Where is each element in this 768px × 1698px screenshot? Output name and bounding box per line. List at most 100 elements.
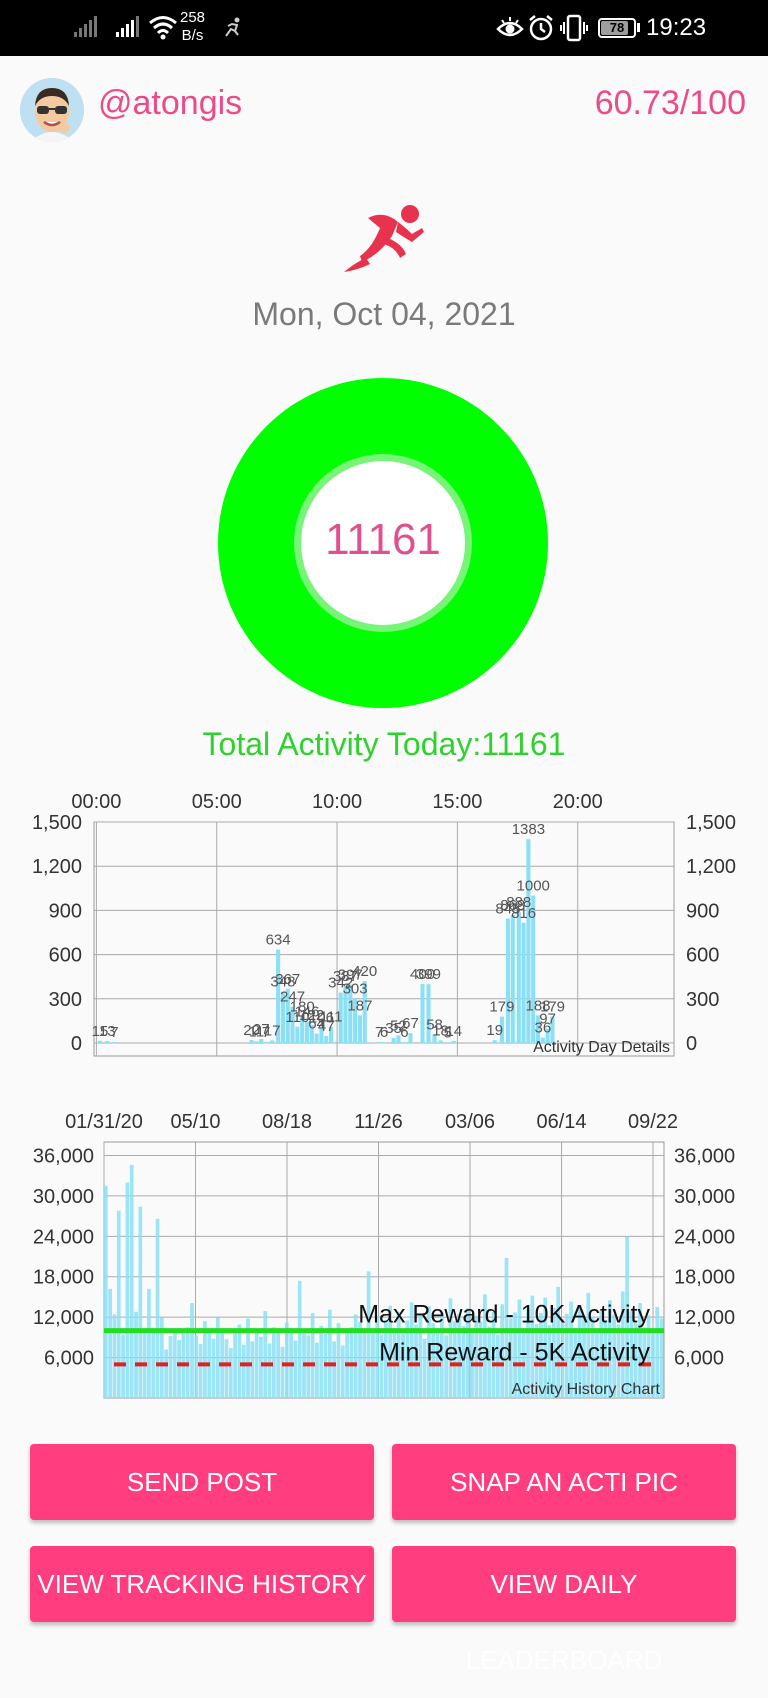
bar <box>297 1280 302 1398</box>
x-tick-label: 09/22 <box>628 1111 678 1133</box>
bar <box>362 1331 367 1398</box>
alarm-icon <box>529 15 553 41</box>
total-activity-label: Total Activity Today:11161 <box>202 726 566 762</box>
x-tick-label: 06/14 <box>536 1111 586 1133</box>
bar <box>340 1345 345 1398</box>
bar <box>190 1303 194 1398</box>
bar <box>505 918 510 1043</box>
username[interactable]: @atongis <box>98 84 242 123</box>
bar <box>112 1314 117 1398</box>
data-label: 187 <box>347 997 372 1014</box>
x-tick-label: 11/26 <box>354 1111 403 1133</box>
bar <box>164 1349 169 1398</box>
bar <box>408 1033 413 1043</box>
view-tracking-history-button[interactable]: VIEW TRACKING HISTORY <box>30 1546 374 1622</box>
bar <box>270 1040 275 1043</box>
battery-nub <box>637 23 640 32</box>
bar <box>357 1015 362 1043</box>
x-tick-label: 05/10 <box>170 1111 220 1133</box>
y-tick-label: 30,000 <box>33 1186 94 1208</box>
y-tick-label-right: 36,000 <box>674 1145 735 1167</box>
bar <box>224 1339 229 1398</box>
bar <box>112 1041 117 1044</box>
bar <box>295 1026 300 1043</box>
bar <box>211 1338 216 1398</box>
bar <box>254 1041 259 1043</box>
bar <box>259 1336 263 1398</box>
bar <box>263 1311 268 1398</box>
x-tick-label: 20:00 <box>553 791 603 813</box>
bar <box>125 1182 130 1398</box>
data-label: 1000 <box>517 878 550 895</box>
bar <box>151 1329 156 1398</box>
runner-icon <box>225 17 240 37</box>
bar <box>168 1336 173 1398</box>
bar <box>121 1334 125 1398</box>
y-tick-label-right: 600 <box>686 945 719 967</box>
wifi-icon <box>149 16 177 40</box>
bar <box>445 1042 450 1044</box>
bar <box>233 1331 237 1398</box>
plot-area <box>93 821 675 1057</box>
data-label: 399 <box>416 966 441 983</box>
avatar[interactable] <box>20 78 84 142</box>
bar <box>116 1210 121 1398</box>
x-tick-label: 08/18 <box>262 1111 312 1133</box>
bar <box>332 1341 337 1398</box>
network-speed-unit: B/s <box>181 27 204 44</box>
y-tick-label-right: 1,500 <box>686 812 736 834</box>
battery-level: 78 <box>609 20 625 35</box>
data-label: 303 <box>343 980 368 997</box>
y-tick-label-right: 1,200 <box>686 856 736 878</box>
activity-day-chart: 0 0 300 300 600 600 900 900 1,200 1,200 1,500 1,500… <box>32 791 736 1057</box>
bar <box>147 1288 151 1398</box>
snap-pic-button[interactable]: SNAP AN ACTI PIC <box>392 1444 736 1520</box>
vibrate-icon <box>560 14 588 42</box>
avatar-image <box>20 78 84 142</box>
send-post-button[interactable]: SEND POST <box>30 1444 374 1520</box>
bar <box>336 1323 341 1398</box>
x-tick-label: 03/06 <box>445 1111 495 1133</box>
y-tick-label: 24,000 <box>33 1226 94 1248</box>
bar <box>516 912 521 1043</box>
chart-title: Activity Day Details <box>533 1039 670 1056</box>
signal-icon <box>116 16 139 37</box>
data-label: 1383 <box>512 821 545 838</box>
bar <box>97 1040 103 1043</box>
data-label: 179 <box>489 999 514 1016</box>
y-tick-label-right: 300 <box>686 989 719 1011</box>
y-tick-label: 18,000 <box>33 1267 94 1289</box>
bar <box>328 1309 332 1398</box>
bar <box>358 1321 362 1398</box>
bar <box>438 1040 443 1043</box>
y-tick-label: 12,000 <box>33 1307 94 1329</box>
bar <box>510 915 515 1043</box>
y-tick-label: 1,200 <box>32 856 82 878</box>
score: 60.73/100 <box>594 84 746 122</box>
network-speed: 258 B/s <box>180 9 205 45</box>
bar <box>237 1324 242 1398</box>
data-label: 111 <box>320 1009 343 1026</box>
bar <box>241 1344 246 1398</box>
bar <box>377 1041 382 1044</box>
bar <box>155 1218 160 1398</box>
bar <box>381 1042 387 1044</box>
y-tick-label: 0 <box>71 1033 82 1055</box>
view-daily-leaderboard-button[interactable]: VIEW DAILY LEADERBOARD <box>392 1546 736 1675</box>
bar <box>284 1322 289 1398</box>
x-tick-label: 15:00 <box>432 791 482 813</box>
y-tick-label: 900 <box>49 900 82 922</box>
bar <box>249 1040 254 1043</box>
bar <box>194 1335 199 1398</box>
y-tick-label-right: 6,000 <box>674 1348 724 1370</box>
bar <box>306 1335 311 1398</box>
y-tick-label: 6,000 <box>44 1348 94 1370</box>
bar <box>451 1040 456 1043</box>
y-tick-label-right: 12,000 <box>674 1307 735 1329</box>
bar <box>280 1346 285 1398</box>
data-label: 634 <box>266 932 291 949</box>
y-tick-label-right: 30,000 <box>674 1186 735 1208</box>
network-speed-value: 258 <box>180 9 206 26</box>
bar <box>492 1040 497 1043</box>
chart-title: Activity History Chart <box>512 1381 661 1398</box>
